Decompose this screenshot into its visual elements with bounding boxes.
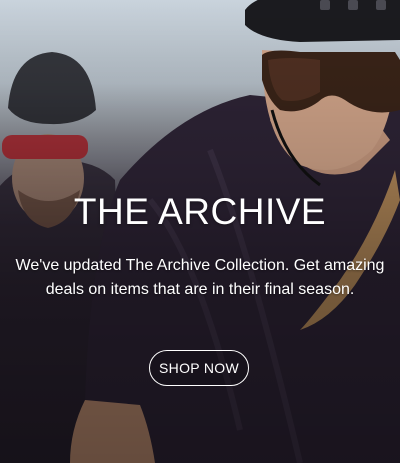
hero-title: THE ARCHIVE	[73, 191, 327, 232]
shop-now-button[interactable]: SHOP NOW	[149, 350, 249, 386]
hero-banner: THE ARCHIVE We've updated The Archive Co…	[0, 0, 400, 463]
hero-description: We've updated The Archive Collection. Ge…	[15, 257, 385, 298]
hero-content: THE ARCHIVE We've updated The Archive Co…	[0, 188, 400, 302]
